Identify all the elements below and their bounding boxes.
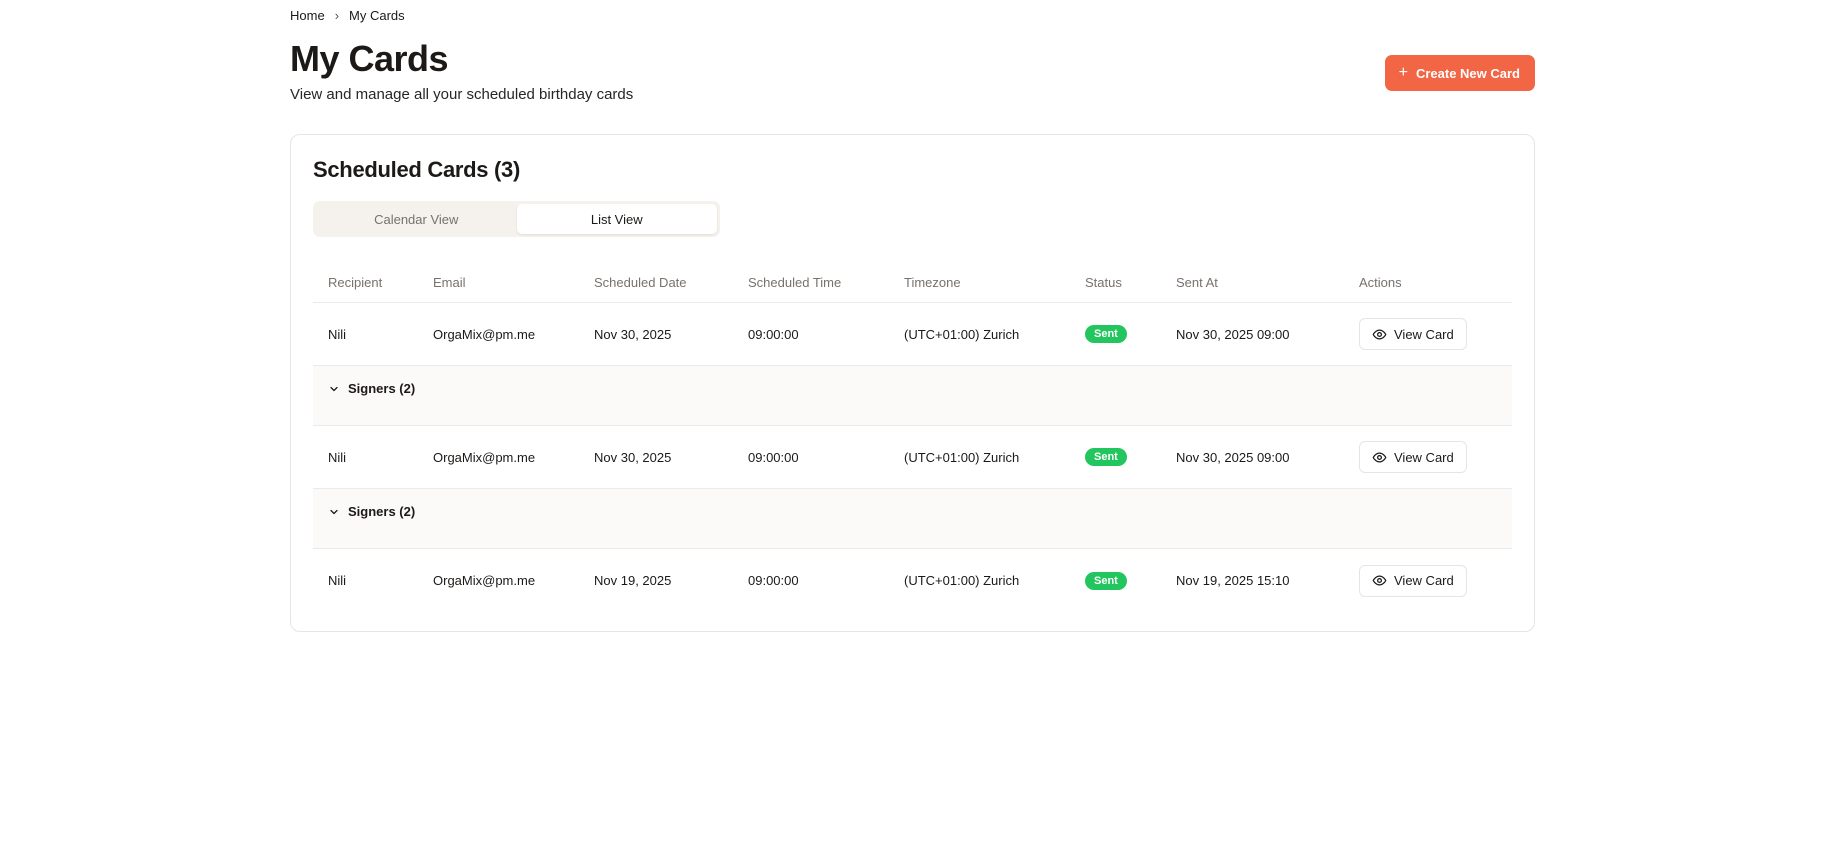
chevron-down-icon bbox=[330, 386, 338, 391]
view-card-label: View Card bbox=[1394, 573, 1454, 588]
view-card-button[interactable]: View Card bbox=[1359, 441, 1467, 473]
scheduled-date-cell: Nov 19, 2025 bbox=[594, 573, 672, 588]
view-card-label: View Card bbox=[1394, 449, 1454, 465]
status-badge: Sent bbox=[1085, 325, 1127, 343]
column-header-email: Email bbox=[433, 275, 466, 290]
column-header-scheduled-time: Scheduled Time bbox=[748, 275, 842, 290]
chevron-down-icon bbox=[330, 509, 338, 514]
scheduled-cards-panel: Scheduled Cards (3) Calendar View List V… bbox=[290, 134, 1535, 632]
column-header-actions: Actions bbox=[1359, 275, 1402, 290]
view-card-label: View Card bbox=[1394, 326, 1454, 342]
scheduled-time-cell: 09:00:00 bbox=[748, 573, 799, 588]
column-header-recipient: Recipient bbox=[328, 275, 383, 290]
scheduled-cards-title: Scheduled Cards (3) bbox=[313, 157, 521, 182]
status-badge: Sent bbox=[1085, 571, 1127, 590]
column-header-timezone: Timezone bbox=[904, 275, 961, 290]
timezone-cell: (UTC+01:00) Zurich bbox=[904, 449, 1020, 465]
signers-toggle[interactable]: Signers (2) bbox=[328, 504, 415, 519]
column-header-status: Status bbox=[1085, 275, 1122, 290]
status-badge: Sent bbox=[1085, 448, 1127, 466]
timezone-cell: (UTC+01:00) Zurich bbox=[904, 573, 1020, 588]
recipient-cell: Nili bbox=[328, 326, 347, 342]
cards-table: Recipient Email Scheduled Date Scheduled… bbox=[313, 263, 1512, 612]
breadcrumb-current: My Cards bbox=[349, 8, 405, 23]
eye-icon bbox=[1372, 452, 1387, 462]
breadcrumb-home-link[interactable]: Home bbox=[290, 8, 325, 23]
eye-icon bbox=[1372, 329, 1387, 339]
signers-label: Signers (2) bbox=[348, 381, 416, 396]
email-cell: OrgaMix@pm.me bbox=[433, 326, 536, 342]
tab-calendar-view[interactable]: Calendar View bbox=[316, 204, 517, 234]
recipient-cell: Nili bbox=[328, 449, 347, 465]
scheduled-date-cell: Nov 30, 2025 bbox=[594, 326, 672, 342]
plus-icon: + bbox=[1398, 64, 1408, 81]
breadcrumb: Home › My Cards bbox=[290, 8, 405, 23]
table-header-row: Recipient Email Scheduled Date Scheduled… bbox=[313, 263, 1512, 303]
timezone-cell: (UTC+01:00) Zurich bbox=[904, 326, 1020, 342]
sent-at-cell: Nov 30, 2025 09:00 bbox=[1176, 449, 1290, 465]
scheduled-time-cell: 09:00:00 bbox=[748, 449, 799, 465]
column-header-sent-at: Sent At bbox=[1176, 275, 1218, 290]
recipient-cell: Nili bbox=[328, 573, 347, 588]
sent-at-cell: Nov 30, 2025 09:00 bbox=[1176, 326, 1290, 342]
column-header-scheduled-date: Scheduled Date bbox=[594, 275, 687, 290]
actions-cell: View Card bbox=[1344, 564, 1512, 597]
email-cell: OrgaMix@pm.me bbox=[433, 449, 536, 465]
table-row: Nili OrgaMix@pm.me Nov 30, 2025 09:00:00… bbox=[313, 426, 1512, 489]
view-card-button[interactable]: View Card bbox=[1359, 564, 1467, 597]
tab-list-view[interactable]: List View bbox=[516, 204, 717, 234]
status-cell: Sent bbox=[1070, 325, 1161, 343]
table-row: Nili OrgaMix@pm.me Nov 19, 2025 09:00:00… bbox=[313, 549, 1512, 612]
page-title: My Cards bbox=[290, 38, 449, 79]
status-cell: Sent bbox=[1070, 571, 1161, 590]
scheduled-time-cell: 09:00:00 bbox=[748, 326, 799, 342]
page-subtitle: View and manage all your scheduled birth… bbox=[290, 86, 634, 103]
actions-cell: View Card bbox=[1344, 318, 1512, 350]
view-card-button[interactable]: View Card bbox=[1359, 318, 1467, 350]
signers-toggle[interactable]: Signers (2) bbox=[328, 381, 415, 396]
sent-at-cell: Nov 19, 2025 15:10 bbox=[1176, 573, 1290, 588]
table-row: Nili OrgaMix@pm.me Nov 30, 2025 09:00:00… bbox=[313, 303, 1512, 366]
scheduled-date-cell: Nov 30, 2025 bbox=[594, 449, 672, 465]
signers-row: Signers (2) bbox=[313, 489, 1512, 549]
create-new-card-button[interactable]: + Create New Card bbox=[1384, 55, 1535, 91]
signers-label: Signers (2) bbox=[348, 504, 416, 519]
view-tabs: Calendar View List View bbox=[313, 201, 720, 237]
status-cell: Sent bbox=[1070, 448, 1161, 466]
email-cell: OrgaMix@pm.me bbox=[433, 573, 536, 588]
actions-cell: View Card bbox=[1344, 441, 1512, 473]
signers-row: Signers (2) bbox=[313, 366, 1512, 426]
create-new-card-label: Create New Card bbox=[1415, 65, 1520, 81]
eye-icon bbox=[1372, 575, 1387, 586]
breadcrumb-separator: › bbox=[334, 8, 340, 23]
